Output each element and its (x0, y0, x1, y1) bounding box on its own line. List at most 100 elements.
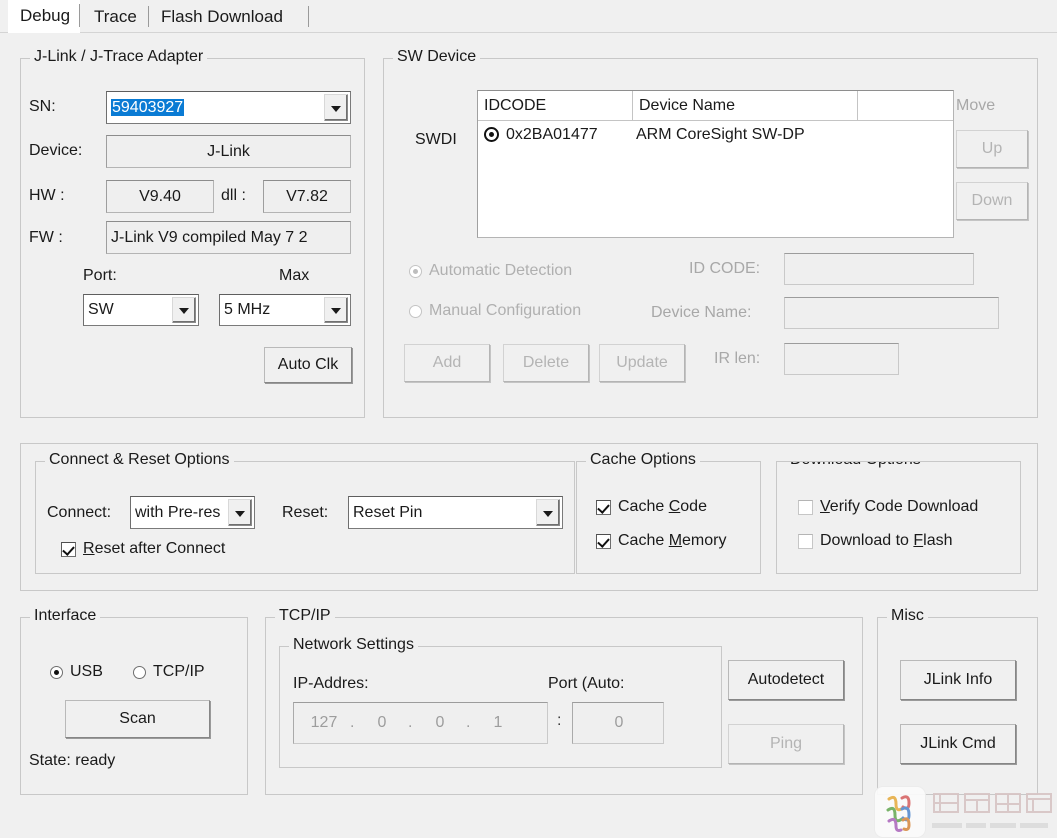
automatic-detection-label: Automatic Detection (429, 262, 573, 279)
cell-idcode-text: 0x2BA01477 (506, 126, 598, 143)
radio-selected-icon (409, 265, 422, 278)
sn-value-wrap: 59403927 (111, 98, 185, 117)
update-button-label: Update (616, 354, 668, 371)
jlink-info-button[interactable]: JLink Info (900, 660, 1016, 700)
delete-button-label: Delete (522, 354, 570, 371)
tab-flash-download-label: Flash Download (161, 7, 283, 26)
sw-device-group: SW Device SWDI IDCODE Device Name 0x2BA0… (383, 48, 1038, 418)
interface-group: Interface USB TCP/IP Scan State: ready (20, 607, 248, 795)
sn-combobox[interactable]: 59403927 (106, 91, 351, 124)
sw-device-table-header: IDCODE Device Name (478, 91, 953, 121)
watermark-logo-svg (886, 795, 911, 832)
ip-octet-2: 0 (377, 714, 387, 731)
download-to-flash-label: Download to Flash (820, 532, 953, 549)
interface-tcpip-label: TCP/IP (153, 663, 205, 680)
ping-button-label: Ping (769, 735, 803, 752)
verify-code-download-label: Verify Code Download (820, 498, 979, 515)
column-header-blank (858, 91, 953, 121)
ip-address-input[interactable]: 127 . 0 . 0 . 1 (293, 702, 548, 744)
cache-options-group-label: Cache Options (586, 451, 700, 469)
port-combobox[interactable]: SW (83, 294, 199, 326)
move-label: Move (956, 97, 996, 114)
checkbox-checked-icon (61, 542, 76, 557)
options-panel: Connect & Reset Options Connect: with Pr… (20, 443, 1038, 591)
max-clock-combobox[interactable]: 5 MHz (219, 294, 351, 326)
cell-idcode: 0x2BA01477 (484, 121, 633, 149)
id-code-label: ID CODE: (689, 260, 761, 277)
tab-debug[interactable]: Debug (8, 0, 80, 33)
ir-len-input[interactable] (784, 343, 899, 375)
jlink-cmd-button[interactable]: JLink Cmd (900, 724, 1016, 764)
ping-button[interactable]: Ping (728, 724, 844, 764)
tab-flash-download[interactable]: Flash Download (149, 2, 309, 33)
autodetect-button[interactable]: Autodetect (728, 660, 844, 700)
dll-value-field: V7.82 (263, 180, 351, 213)
delete-button[interactable]: Delete (503, 344, 589, 382)
move-up-button[interactable]: Up (956, 130, 1028, 168)
dll-value: V7.82 (286, 187, 328, 205)
ip-address-label: IP-Addres: (293, 675, 369, 692)
fw-label: FW : (29, 229, 63, 246)
column-header-device-name: Device Name (633, 91, 858, 121)
port-label: Port: (83, 267, 117, 284)
device-name-input[interactable] (784, 297, 999, 329)
chevron-down-icon[interactable] (324, 94, 348, 121)
move-down-button-label: Down (971, 192, 1013, 209)
auto-clk-button[interactable]: Auto Clk (264, 347, 352, 383)
reset-combobox[interactable]: Reset Pin (348, 496, 563, 529)
watermark-text-cn (932, 792, 1057, 814)
swdio-label: SWDI (415, 131, 457, 148)
id-code-input[interactable] (784, 253, 974, 285)
tab-separator (79, 4, 80, 27)
scan-button[interactable]: Scan (65, 700, 210, 738)
watermark-subtext (932, 818, 1052, 829)
ir-len-label: IR len: (714, 350, 761, 367)
ip-dot-1: . (350, 714, 355, 731)
tcpip-port-input[interactable]: 0 (572, 702, 664, 744)
watermark-text-svg (933, 793, 1052, 813)
chevron-down-icon[interactable] (172, 297, 196, 323)
sw-device-group-label: SW Device (393, 48, 481, 66)
misc-group: Misc JLink Info JLink Cmd (877, 607, 1038, 795)
selected-device-radio-icon[interactable] (484, 127, 499, 142)
sw-device-listbox[interactable]: IDCODE Device Name 0x2BA01477 ARM CoreSi… (477, 90, 954, 238)
tab-trace[interactable]: Trace (82, 2, 149, 33)
column-header-idcode: IDCODE (478, 91, 633, 121)
cache-code-label: Cache Code (618, 498, 707, 515)
ip-dot-3: . (466, 714, 471, 731)
device-value: J-Link (207, 142, 250, 160)
watermark-logo-icon (874, 786, 926, 838)
download-options-group: Download Options Verify Code Download Do… (776, 461, 1021, 574)
port-value: SW (88, 301, 114, 318)
connect-combobox[interactable]: with Pre-res (130, 496, 255, 529)
tcpip-port-value: 0 (614, 714, 624, 731)
tcpip-group: TCP/IP Network Settings IP-Addres: Port … (265, 607, 863, 795)
update-button[interactable]: Update (599, 344, 685, 382)
jlink-settings-dialog: Debug Trace Flash Download J-Link / J-Tr… (0, 0, 1057, 838)
move-down-button[interactable]: Down (956, 182, 1028, 220)
fw-value: J-Link V9 compiled May 7 2 (111, 228, 308, 246)
interface-group-label: Interface (30, 607, 101, 625)
sn-value: 59403927 (111, 98, 185, 116)
chevron-down-icon[interactable] (324, 297, 348, 323)
port-separator: : (557, 712, 562, 729)
cache-options-group: Cache Options Cache Code Cache Memory (576, 451, 761, 574)
add-button[interactable]: Add (404, 344, 490, 382)
device-name-input-label: Device Name: (651, 304, 752, 321)
add-button-label: Add (432, 354, 462, 371)
auto-clk-button-label: Auto Clk (277, 356, 339, 373)
reset-after-connect-label: RReset after Connecteset after Connect (83, 540, 226, 557)
download-options-group-label: Download Options (786, 462, 925, 469)
table-row[interactable]: 0x2BA01477 ARM CoreSight SW-DP (478, 121, 953, 149)
jlink-cmd-button-label: JLink Cmd (920, 735, 996, 752)
jlink-jtrace-adapter-group: J-Link / J-Trace Adapter SN: 59403927 De… (20, 48, 365, 418)
tab-trace-label: Trace (94, 7, 137, 26)
tab-strip: Debug Trace Flash Download (0, 0, 1057, 33)
port-auto-label: Port (Auto: (548, 675, 625, 692)
chevron-down-icon[interactable] (536, 499, 560, 526)
sn-label: SN: (29, 98, 56, 115)
move-up-button-label: Up (981, 140, 1003, 157)
chevron-down-icon[interactable] (228, 499, 252, 526)
watermark-subtext-svg (932, 823, 1048, 828)
ip-dot-2: . (408, 714, 413, 731)
